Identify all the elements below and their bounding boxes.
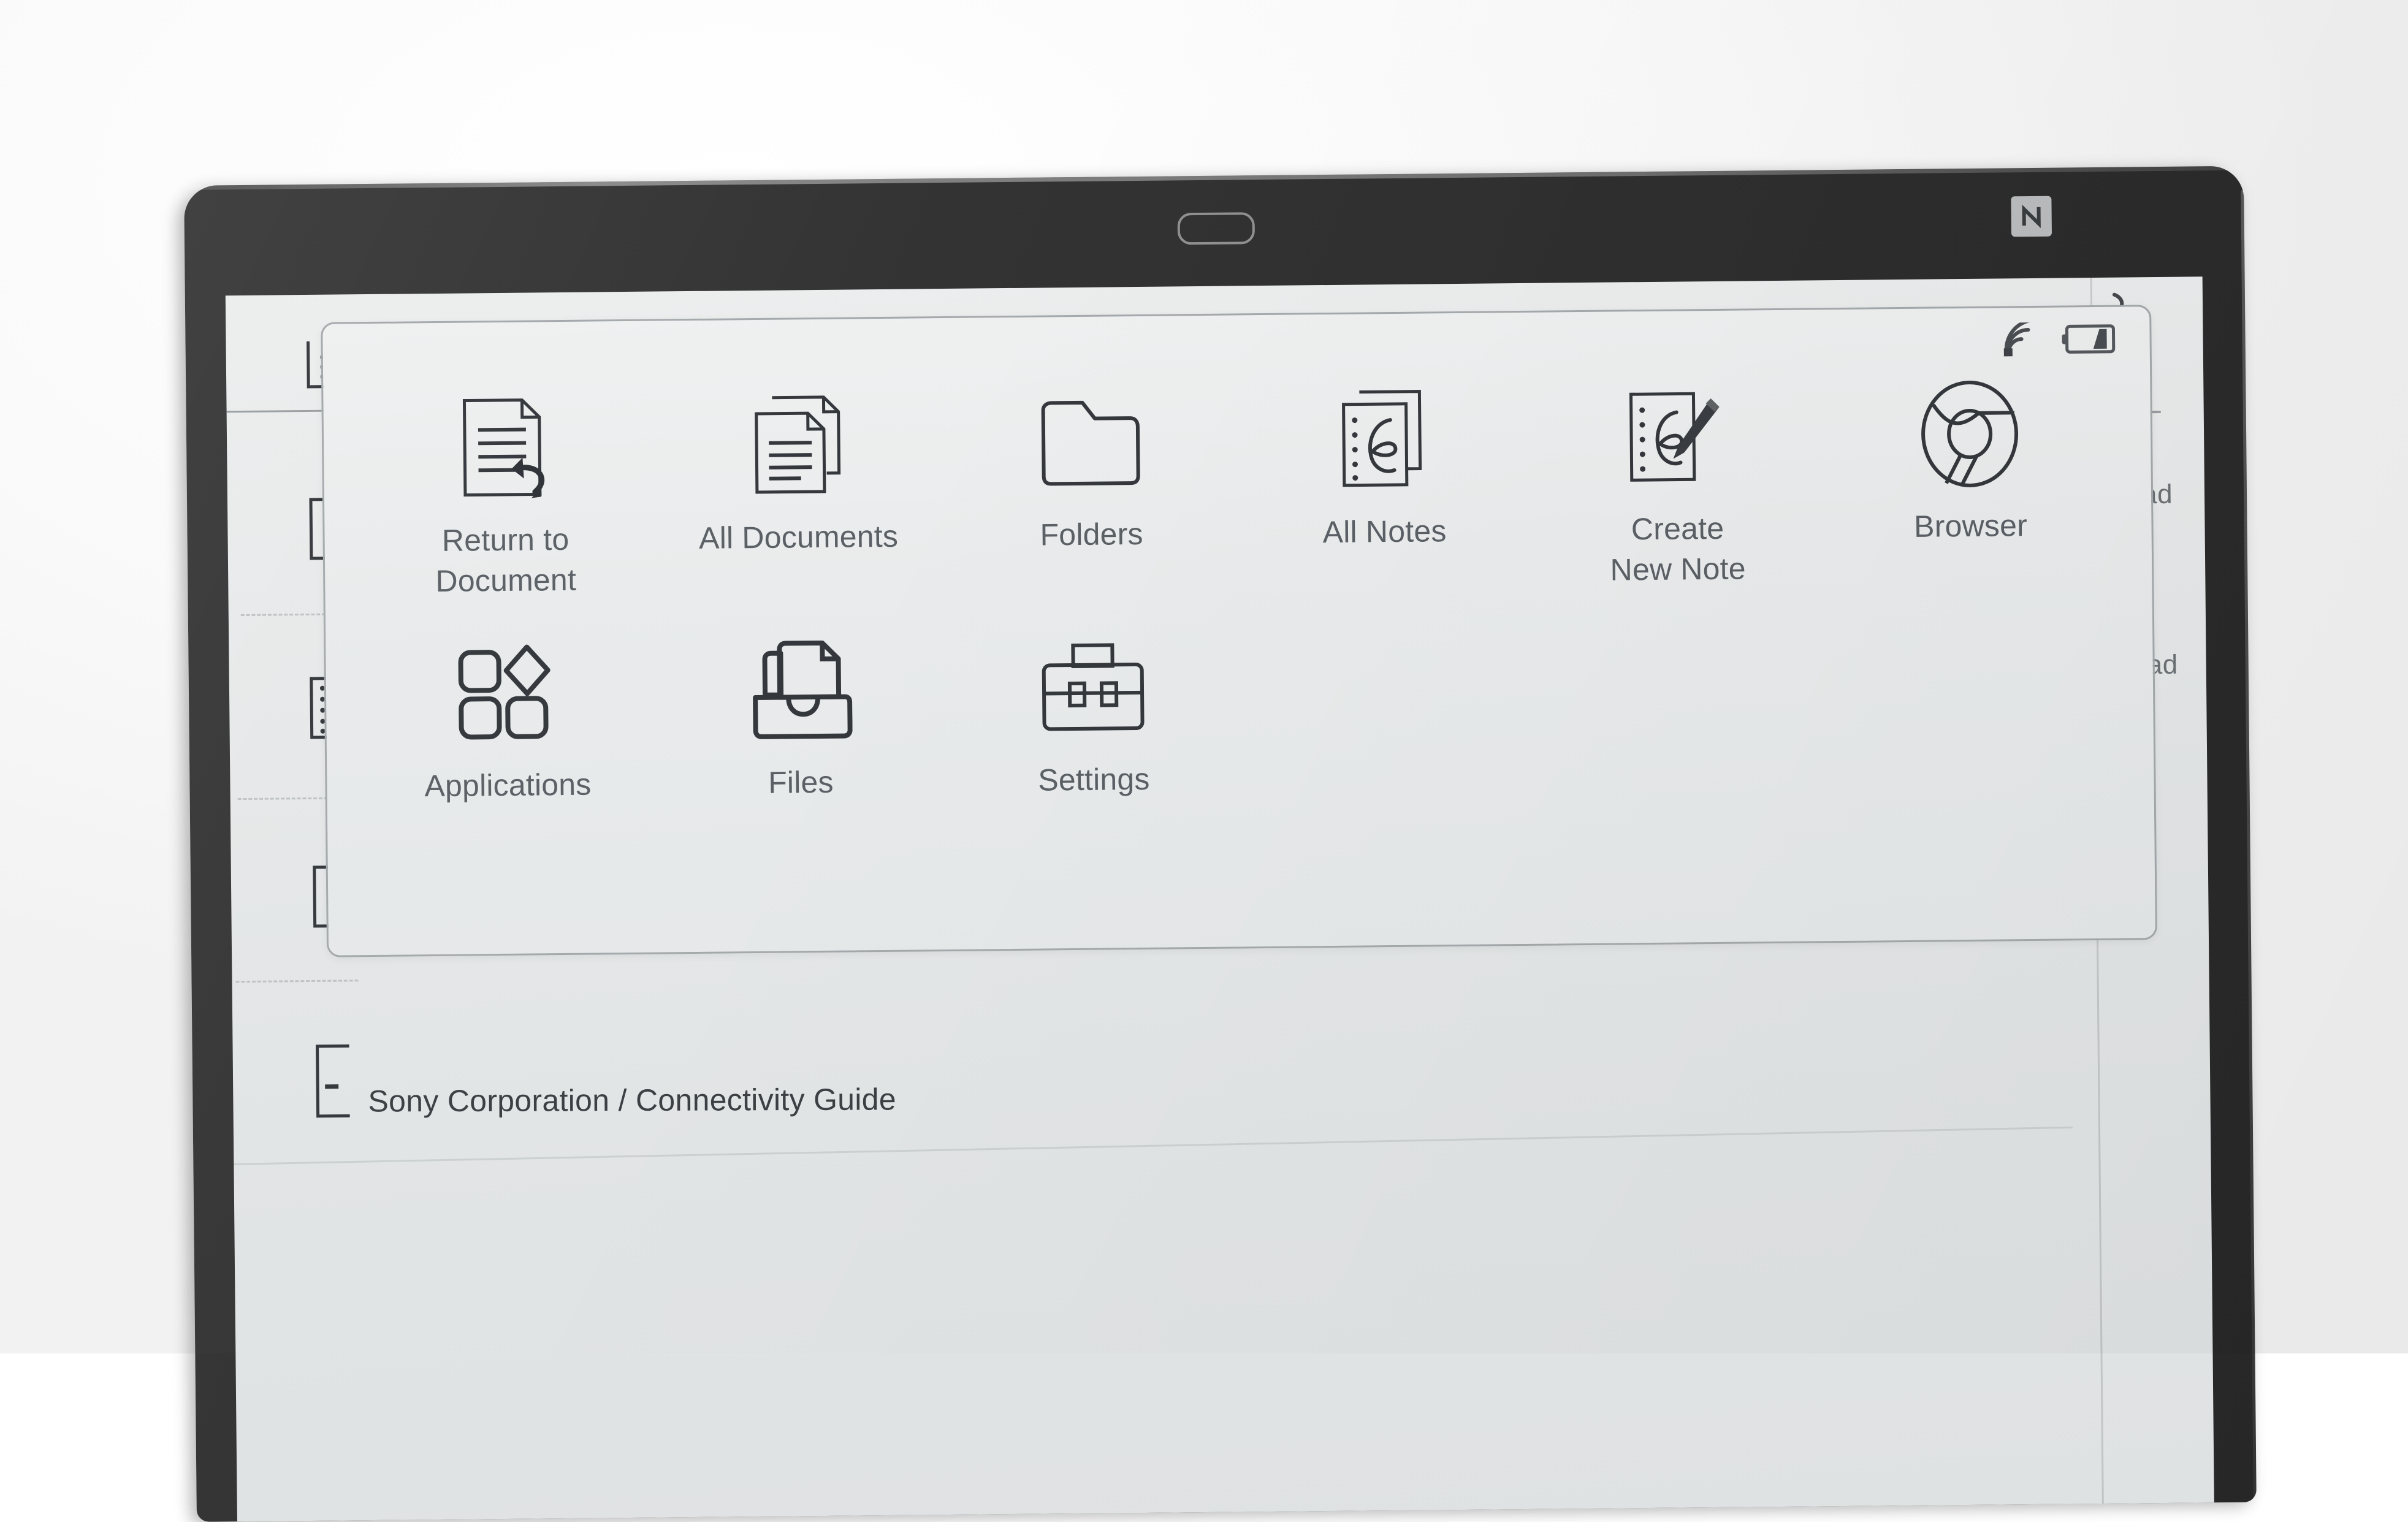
launcher-item-label: Create New Note [1610,511,1747,587]
launcher-item-label: All Documents [698,519,899,555]
briefcase-settings-icon [1037,629,1149,747]
bracket-dash-icon [314,1043,356,1120]
photo-backdrop: ad ad Sony Corporation / Connectivity Gu… [0,0,2408,1522]
launcher-item-folders[interactable]: Folders [943,382,1239,631]
launcher-grid: Return to Document All Documents Folders… [357,375,2122,882]
launcher-item-label: Files [768,764,834,800]
sidebar-dashed-rule [235,980,359,983]
home-button[interactable] [1177,212,1255,245]
sony-digital-paper-device: ad ad Sony Corporation / Connectivity Gu… [184,166,2257,1522]
launcher-panel[interactable]: Return to Document All Documents Folders… [321,305,2158,957]
status-bar [2002,322,2118,357]
eink-screen[interactable]: ad ad Sony Corporation / Connectivity Gu… [225,276,2214,1522]
note-pencil-icon [1625,378,1729,496]
background-document: ad ad Sony Corporation / Connectivity Gu… [226,276,2203,1504]
nfc-icon [2011,196,2052,237]
launcher-item-create-new-note[interactable]: Create New Note [1530,377,1825,625]
launcher-item-return-to-document[interactable]: Return to Document [357,389,653,637]
chrome-browser-icon [1917,375,2022,493]
launcher-item-label: Folders [1040,516,1143,552]
launcher-item-label: Browser [1913,508,2028,544]
launcher-item-all-notes[interactable]: All Notes [1236,380,1532,628]
documents-stack-icon [751,387,844,504]
wifi-icon [2002,322,2043,357]
battery-icon [2061,323,2117,356]
launcher-item-browser[interactable]: Browser [1823,375,2118,623]
launcher-item-label: Return to Document [435,522,577,598]
launcher-item-all-documents[interactable]: All Documents [650,386,946,634]
launcher-item-label: All Notes [1322,514,1447,550]
launcher-item-settings[interactable]: Settings [946,628,1241,876]
files-icon [747,631,853,749]
launcher-item-label: Settings [1038,761,1150,797]
applications-grid-icon [454,634,560,752]
folder-icon [1038,384,1143,501]
document-footer-caption: Sony Corporation / Connectivity Guide [368,1082,897,1119]
launcher-item-files[interactable]: Files [653,631,948,879]
notes-stack-icon [1337,381,1430,498]
launcher-item-applications[interactable]: Applications [360,634,655,882]
footer-rule [234,1126,2073,1165]
launcher-item-label: Applications [424,767,592,804]
document-return-icon [458,389,551,506]
